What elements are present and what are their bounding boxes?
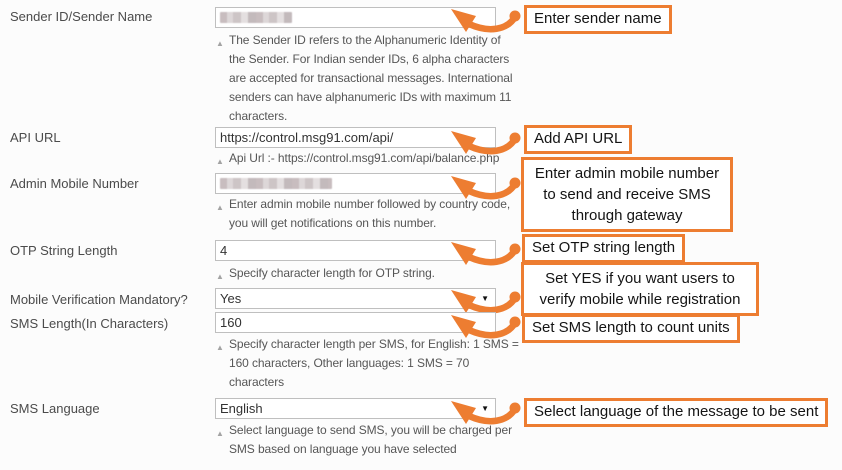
triangle-up-icon: ▲ [216,39,224,48]
callout-sms-length: Set SMS length to count units [522,314,740,343]
redacted-value [220,12,292,23]
callout-arrow-icon [451,131,521,155]
callout-admin-mobile: Enter admin mobile number to send and re… [521,157,733,232]
field-label-mobile-verification: Mobile Verification Mandatory? [10,292,188,307]
callout-arrow-icon [451,242,521,266]
help-text-sms-length: ▲ Specify character length per SMS, for E… [215,335,520,392]
triangle-up-icon: ▲ [216,203,224,212]
callout-otp-length: Set OTP string length [522,234,686,263]
field-label-sms-language: SMS Language [10,401,100,416]
callout-arrow-icon [451,176,521,200]
field-label-sms-length: SMS Length(In Characters) [10,316,169,331]
redacted-value [220,178,332,189]
help-text-sms-language: ▲ Select language to send SMS, you will b… [215,421,525,459]
help-text-body: Select language to send SMS, you will be… [229,423,512,456]
help-text-body: Enter admin mobile number followed by co… [229,197,511,230]
callout-mobile-verification: Set YES if you want users to verify mobi… [521,262,759,316]
help-text-body: The Sender ID refers to the Alphanumeric… [229,33,513,123]
triangle-up-icon: ▲ [216,272,224,281]
field-label-otp-length: OTP String Length [10,243,118,258]
callout-arrow-icon [451,315,521,339]
callout-arrow-icon [451,401,521,425]
callout-arrow-icon [451,9,521,33]
field-label-sender-id: Sender ID/Sender Name [10,9,153,24]
select-value: English [220,401,263,416]
field-label-api-url: API URL [10,130,61,145]
help-text-body: Specify character length per SMS, for En… [229,337,519,389]
help-text-body: Specify character length for OTP string. [229,266,435,280]
triangle-up-icon: ▲ [216,429,224,438]
triangle-up-icon: ▲ [216,157,224,166]
field-label-admin-mobile: Admin Mobile Number [10,176,139,191]
callout-api-url: Add API URL [524,125,633,154]
triangle-up-icon: ▲ [216,343,224,352]
help-text-sender-id: ▲ The Sender ID refers to the Alphanumeri… [215,31,515,126]
callout-sms-language: Select language of the message to be sen… [524,398,829,427]
callout-sender-name: Enter sender name [524,5,672,34]
select-value: Yes [220,291,242,306]
